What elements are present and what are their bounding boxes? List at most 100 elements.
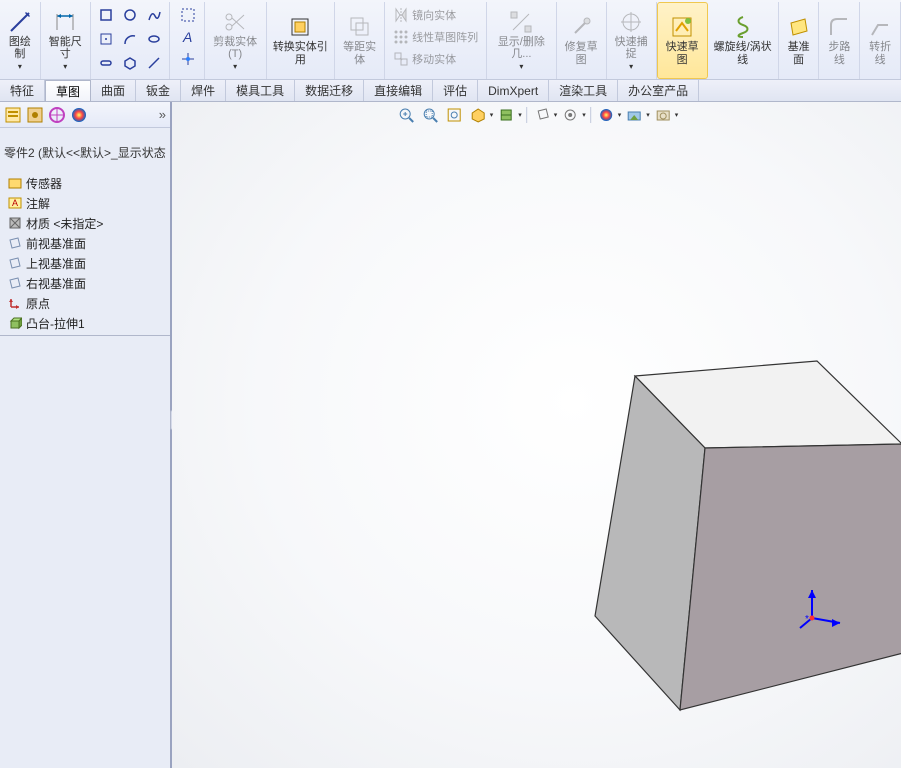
offset-icon xyxy=(348,15,372,39)
helix-button[interactable]: 螺旋线/涡状线 xyxy=(708,2,779,79)
tree-root-label[interactable]: 零件2 (默认<<默认>_显示状态 xyxy=(0,142,170,173)
view-orient-button[interactable] xyxy=(467,104,489,126)
graphics-viewport[interactable]: ▾ ▾ ▾ ▾ ▾ ▾ ▾ * xyxy=(172,102,901,768)
cube-model[interactable]: * xyxy=(587,338,901,738)
convert-icon xyxy=(288,15,312,39)
text-tool-icon[interactable]: A xyxy=(176,26,200,48)
sketch-tools2-group: A xyxy=(170,2,205,79)
move-entities-button[interactable]: 移动实体 xyxy=(389,48,460,70)
tab-mold-tools[interactable]: 模具工具 xyxy=(226,80,295,101)
move-icon xyxy=(393,51,409,67)
capture-button[interactable] xyxy=(652,104,674,126)
origin-icon xyxy=(8,296,22,310)
display-style-button[interactable] xyxy=(531,104,553,126)
tree-item-front-plane[interactable]: 前视基准面 xyxy=(0,233,170,253)
apply-scene-button[interactable] xyxy=(623,104,645,126)
display-delete-button[interactable]: 显示/删除几... ▾ xyxy=(487,2,557,79)
dimension-icon xyxy=(53,10,77,34)
command-tabs: 特征 草图 曲面 钣金 焊件 模具工具 数据迁移 直接编辑 评估 DimXper… xyxy=(0,80,901,102)
offset-button[interactable]: 等距实体 xyxy=(335,2,385,79)
sketch-draw-button[interactable]: 图绘制 ▾ xyxy=(0,2,41,79)
tree-item-top-plane[interactable]: 上视基准面 xyxy=(0,253,170,273)
tree-item-material[interactable]: 材质 <未指定> xyxy=(0,213,170,233)
zoom-in-button[interactable] xyxy=(395,104,417,126)
panel-more-icon[interactable]: » xyxy=(159,107,166,122)
annotation-icon: A xyxy=(8,196,22,210)
grid-pattern-icon xyxy=(393,29,409,45)
ref-plane-button[interactable]: 基准面 xyxy=(779,2,820,79)
plane-icon xyxy=(787,15,811,39)
helix-icon xyxy=(731,15,755,39)
edit-appearance-button[interactable] xyxy=(595,104,617,126)
tab-sheet-metal[interactable]: 钣金 xyxy=(136,80,181,101)
tab-render-tools[interactable]: 渲染工具 xyxy=(549,80,618,101)
route-button[interactable]: 步路线 xyxy=(819,2,860,79)
hide-show-button[interactable] xyxy=(559,104,581,126)
bend-button[interactable]: 转折线 xyxy=(860,2,901,79)
plane-right-icon xyxy=(8,276,22,290)
bend-icon xyxy=(868,15,892,39)
feature-tree: 零件2 (默认<<默认>_显示状态 传感器 A注解 材质 <未指定> 前视基准面… xyxy=(0,128,170,768)
svg-text:A: A xyxy=(12,198,18,208)
point-tool-icon[interactable] xyxy=(176,48,200,70)
fm-property-icon[interactable] xyxy=(26,106,44,124)
material-icon xyxy=(8,216,22,230)
ribbon-toolbar: 图绘制 ▾ 智能尺寸 ▾ A 剪裁实体(T) ▾ 转换实体引用 xyxy=(0,0,901,80)
quick-sketch-button[interactable]: 快速草图 xyxy=(657,2,708,79)
circle-icon[interactable] xyxy=(119,4,141,26)
quick-snap-button[interactable]: 快速捕捉 ▾ xyxy=(607,2,657,79)
slot-icon[interactable] xyxy=(95,52,117,74)
feature-manager-tabs: » xyxy=(0,102,170,128)
extrude-icon xyxy=(8,316,22,330)
tab-weldments[interactable]: 焊件 xyxy=(181,80,226,101)
fm-appearance-icon[interactable] xyxy=(70,106,88,124)
snap-icon xyxy=(619,10,643,34)
quick-sketch-icon xyxy=(670,15,694,39)
convert-entities-button[interactable]: 转换实体引用 xyxy=(267,2,336,79)
arc-icon[interactable] xyxy=(119,28,141,50)
tab-office-products[interactable]: 办公室产品 xyxy=(618,80,699,101)
smart-dimension-button[interactable]: 智能尺寸 ▾ xyxy=(41,2,91,79)
tree-item-annotations[interactable]: A注解 xyxy=(0,193,170,213)
repair-sketch-button[interactable]: 修复草图 xyxy=(557,2,607,79)
plane-front-icon xyxy=(8,236,22,250)
sketch-tools-group xyxy=(91,2,170,79)
pattern-group: 镜向实体 线性草图阵列 移动实体 xyxy=(385,2,487,79)
tab-sketch[interactable]: 草图 xyxy=(45,80,91,101)
folder-sensor-icon xyxy=(8,176,22,190)
route-icon xyxy=(827,15,851,39)
zoom-area-button[interactable] xyxy=(419,104,441,126)
tab-dimxpert[interactable]: DimXpert xyxy=(478,80,549,101)
tab-direct-edit[interactable]: 直接编辑 xyxy=(364,80,433,101)
tree-item-right-plane[interactable]: 右视基准面 xyxy=(0,273,170,293)
center-rect-icon[interactable] xyxy=(95,28,117,50)
zoom-fit-button[interactable] xyxy=(443,104,465,126)
mirror-icon xyxy=(393,7,409,23)
relations-icon xyxy=(509,10,533,34)
pencil-line-icon xyxy=(8,10,32,34)
region-select-icon[interactable] xyxy=(176,4,200,26)
ellipse-icon[interactable] xyxy=(143,28,165,50)
trim-button[interactable]: 剪裁实体(T) ▾ xyxy=(205,2,267,79)
fm-tree-icon[interactable] xyxy=(4,106,22,124)
svg-text:*: * xyxy=(805,614,809,625)
tree-item-sensors[interactable]: 传感器 xyxy=(0,173,170,193)
tree-item-origin[interactable]: 原点 xyxy=(0,293,170,313)
feature-manager-panel: » 零件2 (默认<<默认>_显示状态 传感器 A注解 材质 <未指定> 前视基… xyxy=(0,102,172,768)
polygon-icon[interactable] xyxy=(119,52,141,74)
tab-data-migration[interactable]: 数据迁移 xyxy=(295,80,364,101)
rectangle-icon[interactable] xyxy=(95,4,117,26)
line-icon[interactable] xyxy=(143,52,165,74)
mirror-entities-button[interactable]: 镜向实体 xyxy=(389,4,460,26)
svg-text:A: A xyxy=(182,29,192,45)
fm-config-icon[interactable] xyxy=(48,106,66,124)
tab-surface[interactable]: 曲面 xyxy=(91,80,136,101)
main-area: » 零件2 (默认<<默认>_显示状态 传感器 A注解 材质 <未指定> 前视基… xyxy=(0,102,901,768)
tab-evaluate[interactable]: 评估 xyxy=(433,80,478,101)
tab-features[interactable]: 特征 xyxy=(0,80,45,101)
section-view-button[interactable] xyxy=(495,104,517,126)
spline-icon[interactable] xyxy=(143,4,165,26)
linear-pattern-button[interactable]: 线性草图阵列 xyxy=(389,26,482,48)
tree-item-extrude1[interactable]: 凸台-拉伸1 xyxy=(0,313,170,333)
scissors-icon xyxy=(223,10,247,34)
